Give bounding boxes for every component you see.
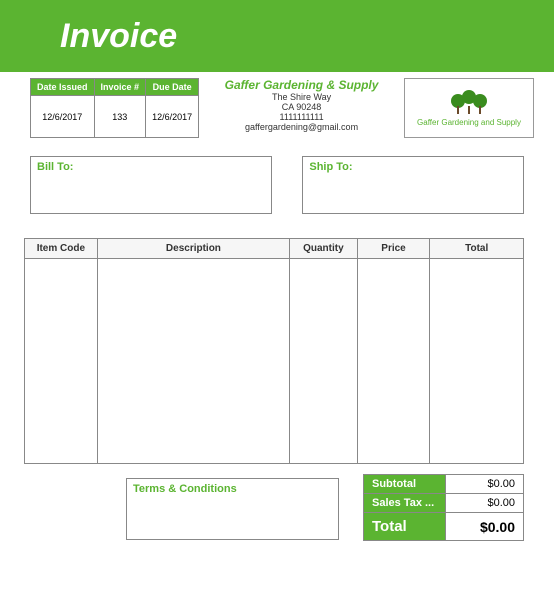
top-section: Date Issued Invoice # Due Date 12/6/2017… — [0, 72, 554, 138]
cell-price — [357, 259, 430, 464]
header-banner: Invoice — [0, 0, 554, 72]
items-table: Item Code Description Quantity Price Tot… — [24, 238, 524, 464]
col-header-quantity: Quantity — [290, 239, 358, 259]
totals-table: Subtotal $0.00 Sales Tax ... $0.00 Total… — [363, 474, 524, 541]
company-email: gaffergardening@gmail.com — [219, 122, 384, 132]
meta-value-invoice-no: 133 — [94, 96, 146, 138]
tax-row: Sales Tax ... $0.00 — [364, 494, 524, 513]
cell-description — [97, 259, 289, 464]
address-section: Bill To: Ship To: — [0, 138, 554, 214]
col-header-total: Total — [430, 239, 524, 259]
tax-label: Sales Tax ... — [364, 494, 446, 513]
trees-icon — [449, 90, 489, 114]
terms-box: Terms & Conditions — [126, 478, 339, 540]
total-label: Total — [364, 513, 446, 541]
company-info: Gaffer Gardening & Supply The Shire Way … — [219, 78, 384, 138]
cell-quantity — [290, 259, 358, 464]
company-name: Gaffer Gardening & Supply — [219, 78, 384, 92]
terms-label: Terms & Conditions — [133, 483, 332, 495]
meta-header-due-date: Due Date — [146, 79, 199, 96]
ship-to-box: Ship To: — [302, 156, 524, 214]
page-title: Invoice — [60, 17, 177, 56]
bottom-section: Terms & Conditions Subtotal $0.00 Sales … — [0, 464, 554, 561]
subtotal-value: $0.00 — [446, 475, 524, 494]
cell-total — [430, 259, 524, 464]
bill-to-box: Bill To: — [30, 156, 272, 214]
company-phone: 1111111111 — [219, 112, 384, 122]
meta-header-date-issued: Date Issued — [31, 79, 95, 96]
total-value: $0.00 — [446, 513, 524, 541]
company-logo: Gaffer Gardening and Supply — [404, 78, 534, 138]
table-row — [25, 259, 524, 464]
bill-to-label: Bill To: — [37, 161, 265, 173]
cell-item-code — [25, 259, 98, 464]
company-addr2: CA 90248 — [219, 102, 384, 112]
subtotal-row: Subtotal $0.00 — [364, 475, 524, 494]
subtotal-label: Subtotal — [364, 475, 446, 494]
col-header-item-code: Item Code — [25, 239, 98, 259]
ship-to-label: Ship To: — [309, 161, 517, 173]
invoice-meta-table: Date Issued Invoice # Due Date 12/6/2017… — [30, 78, 199, 138]
col-header-price: Price — [357, 239, 430, 259]
company-addr1: The Shire Way — [219, 92, 384, 102]
tax-value: $0.00 — [446, 494, 524, 513]
meta-value-date-issued: 12/6/2017 — [31, 96, 95, 138]
meta-value-due-date: 12/6/2017 — [146, 96, 199, 138]
meta-header-invoice-no: Invoice # — [94, 79, 146, 96]
col-header-description: Description — [97, 239, 289, 259]
logo-caption: Gaffer Gardening and Supply — [417, 118, 521, 127]
total-row: Total $0.00 — [364, 513, 524, 541]
